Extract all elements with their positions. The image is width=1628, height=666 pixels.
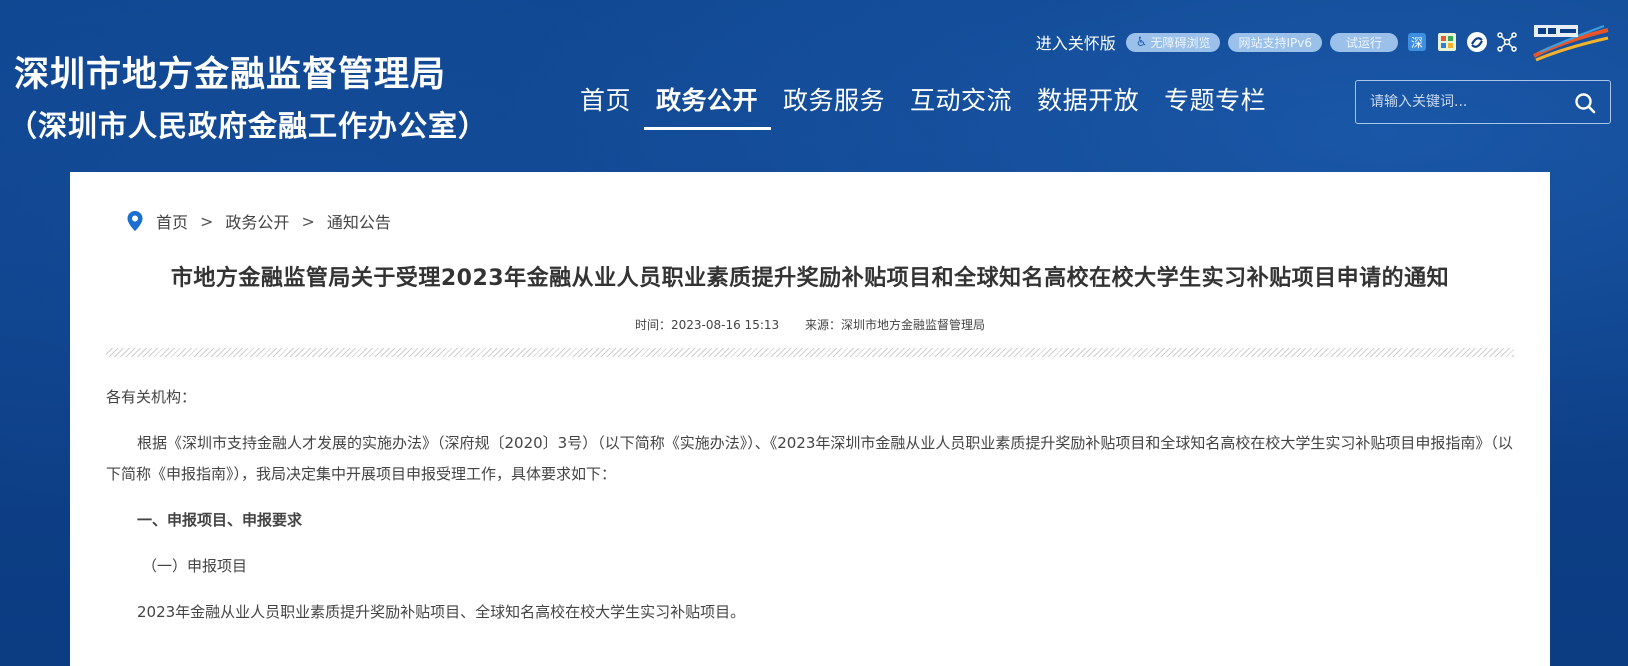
section-heading: 一、申报项目、申报要求	[137, 511, 303, 529]
breadcrumb-government-affairs[interactable]: 政务公开	[225, 209, 289, 233]
mini-app-icon[interactable]	[1436, 31, 1458, 53]
ipv6-badge[interactable]: 网站支持IPv6	[1228, 32, 1322, 52]
nav-item-government-services[interactable]: 政务服务	[771, 84, 898, 130]
subsection-heading: （一）申报项目	[142, 557, 248, 575]
nav-item-government-affairs[interactable]: 政务公开	[644, 84, 772, 130]
care-version-link[interactable]: 进入关怀版	[1036, 30, 1116, 54]
nav-item-home[interactable]: 首页	[580, 84, 644, 130]
top-utility-bar: 进入关怀版 ♿ 无障碍浏览 网站支持IPv6 试运行 深	[1036, 25, 1612, 62]
nav-item-open-data[interactable]: 数据开放	[1025, 84, 1152, 130]
article-source: 来源：深圳市地方金融监督管理局	[804, 318, 985, 332]
breadcrumb: 首页 > 政务公开 > 通知公告	[126, 209, 391, 233]
article-greeting: 各有关机构：	[106, 388, 197, 406]
nav-item-interaction[interactable]: 互动交流	[898, 84, 1025, 130]
breadcrumb-separator: >	[200, 211, 214, 231]
breadcrumb-separator: >	[301, 211, 315, 231]
network-icon[interactable]	[1496, 31, 1518, 53]
article-paragraph: 2023年金融从业人员职业素质提升奖励补贴项目、全球知名高校在校大学生实习补贴项…	[137, 603, 746, 621]
accessibility-icon: ♿	[1135, 34, 1148, 50]
site-title[interactable]: 深圳市地方金融监督管理局	[14, 58, 446, 93]
article-paragraph: 根据《深圳市支持金融人才发展的实施办法》（深府规〔2020〕3号）（以下简称《实…	[106, 434, 1513, 483]
site-subtitle: （深圳市人民政府金融工作办公室）	[8, 109, 489, 143]
wechat-icon[interactable]	[1466, 31, 1488, 53]
article-meta: 时间：2023-08-16 15:13 来源：深圳市地方金融监督管理局	[70, 316, 1550, 333]
main-navigation: 首页 政务公开 政务服务 互动交流 数据开放 专题专栏	[580, 84, 1279, 130]
shenzhen-logo[interactable]	[1530, 22, 1612, 62]
nav-item-special-topics[interactable]: 专题专栏	[1152, 84, 1279, 130]
article-title: 市地方金融监管局关于受理2023年金融从业人员职业素质提升奖励补贴项目和全球知名…	[170, 266, 1450, 291]
search-box	[1355, 80, 1611, 124]
search-icon[interactable]	[1574, 92, 1596, 114]
search-input[interactable]	[1370, 94, 1560, 110]
breadcrumb-notices[interactable]: 通知公告	[327, 209, 391, 233]
breadcrumb-home[interactable]: 首页	[156, 209, 188, 233]
accessible-browse-label: 无障碍浏览	[1150, 35, 1211, 50]
divider	[106, 348, 1514, 357]
accessible-browse-button[interactable]: ♿ 无障碍浏览	[1125, 32, 1221, 52]
svg-text:深: 深	[1411, 36, 1423, 50]
location-pin-icon	[127, 211, 143, 231]
content-card: 首页 > 政务公开 > 通知公告 市地方金融监管局关于受理2023年金融从业人员…	[70, 172, 1550, 666]
article-body: 各有关机构： 根据《深圳市支持金融人才发展的实施办法》（深府规〔2020〕3号）…	[106, 382, 1514, 628]
weibo-icon[interactable]: 深	[1406, 31, 1428, 53]
trial-badge[interactable]: 试运行	[1329, 32, 1398, 52]
publish-time: 时间：2023-08-16 15:13	[635, 318, 780, 332]
